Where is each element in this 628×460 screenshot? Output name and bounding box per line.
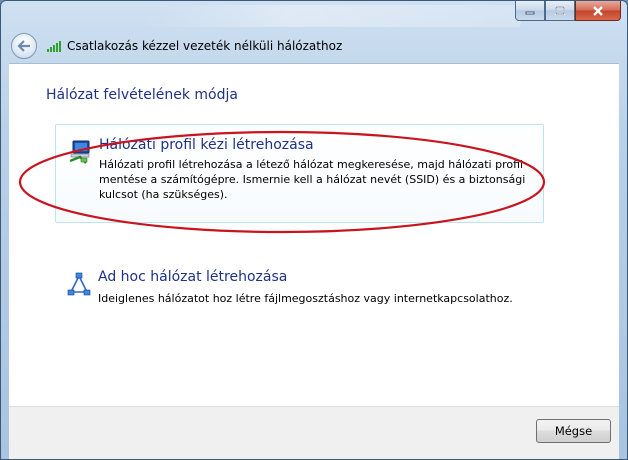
page-heading: Hálózat felvételének módja <box>46 87 238 103</box>
option-title: Ad hoc hálózat létrehozása <box>98 269 288 285</box>
close-icon <box>593 5 603 16</box>
dialog-footer: Mégse <box>9 406 619 459</box>
cancel-button[interactable]: Mégse <box>536 419 611 443</box>
option-title: Hálózati profil kézi létrehozása <box>99 137 314 153</box>
option-description: Hálózati profil létrehozása a létező hál… <box>99 158 526 201</box>
content-pane: Hálózat felvételének módja Hálózati prof… <box>9 63 619 459</box>
back-button[interactable] <box>11 33 37 59</box>
title-bar[interactable] <box>1 1 627 31</box>
minimize-button[interactable] <box>515 1 545 21</box>
navigation-bar: Csatlakozás kézzel vezeték nélküli hálóz… <box>9 31 619 61</box>
option-manual-profile[interactable]: Hálózati profil kézi létrehozása Hálózat… <box>55 124 544 223</box>
back-arrow-icon <box>17 40 30 52</box>
wireless-signal-icon <box>47 40 61 52</box>
minimize-icon <box>525 11 535 14</box>
close-button[interactable] <box>575 1 621 21</box>
window-controls <box>515 1 621 21</box>
option-description: Ideiglenes hálózatot hoz létre fájlmegos… <box>98 292 513 305</box>
maximize-icon <box>555 6 565 15</box>
title-glass <box>141 5 521 27</box>
option-adhoc-network[interactable]: Ad hoc hálózat létrehozása Ideiglenes há… <box>55 264 542 314</box>
maximize-button[interactable] <box>545 1 575 21</box>
window-title: Csatlakozás kézzel vezeték nélküli hálóz… <box>67 39 343 53</box>
network-profile-icon <box>69 140 90 164</box>
dialog-window: Csatlakozás kézzel vezeték nélküli hálóz… <box>0 0 628 460</box>
adhoc-network-icon <box>67 272 91 296</box>
